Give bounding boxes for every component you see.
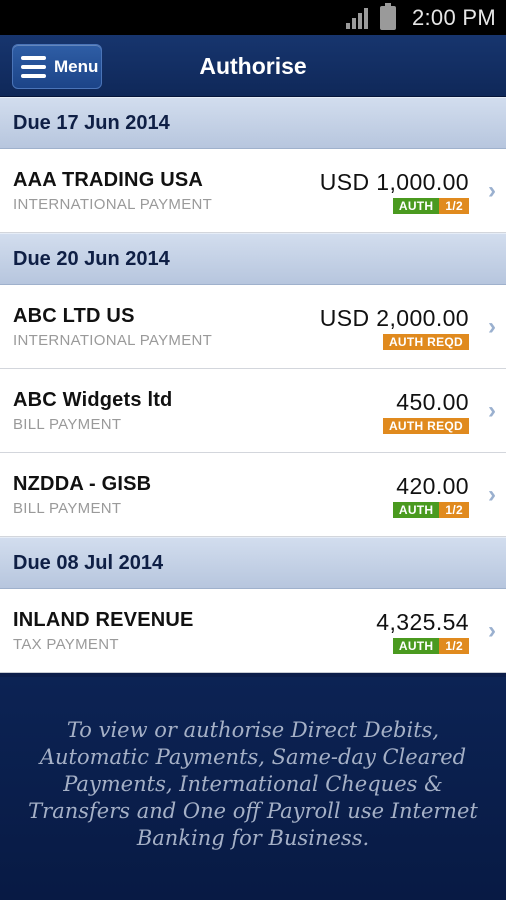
auth-status-badge: AUTH 1/2 bbox=[392, 198, 469, 214]
chevron-right-icon: › bbox=[488, 177, 496, 204]
battery-icon bbox=[379, 2, 396, 30]
payment-amount: 420.00 bbox=[396, 473, 469, 499]
footer-info: To view or authorise Direct Debits, Auto… bbox=[0, 677, 506, 900]
badge-auth-count: 1/2 bbox=[439, 638, 469, 654]
payee-name: ABC Widgets ltd bbox=[13, 389, 173, 411]
payment-amount: USD 2,000.00 bbox=[319, 305, 469, 331]
section-header-due-date: Due 20 Jun 2014 bbox=[0, 233, 506, 285]
menu-label: Menu bbox=[54, 56, 99, 76]
app-header: Menu Authorise bbox=[0, 35, 506, 97]
payment-type: BILL PAYMENT bbox=[13, 416, 122, 433]
payment-type: BILL PAYMENT bbox=[13, 500, 122, 517]
payee-name: AAA TRADING USA bbox=[13, 169, 204, 191]
payment-row[interactable]: INLAND REVENUE TAX PAYMENT 4,325.54 AUTH… bbox=[0, 589, 506, 673]
auth-status-badge: AUTH REQD bbox=[382, 418, 469, 434]
auth-status-badge: AUTH REQD bbox=[382, 334, 469, 350]
auth-status-badge: AUTH 1/2 bbox=[392, 638, 469, 654]
payment-type: INTERNATIONAL PAYMENT bbox=[13, 196, 213, 213]
signal-icon bbox=[345, 7, 368, 29]
payment-row[interactable]: ABC LTD US INTERNATIONAL PAYMENT USD 2,0… bbox=[0, 285, 506, 369]
section-header-due-date: Due 17 Jun 2014 bbox=[0, 97, 506, 149]
payment-amount: USD 1,000.00 bbox=[319, 169, 469, 195]
badge-auth-count: 1/2 bbox=[439, 502, 469, 518]
badge-auth: AUTH bbox=[392, 198, 440, 214]
chevron-right-icon: › bbox=[488, 617, 496, 644]
badge-auth-reqd: AUTH REQD bbox=[382, 334, 469, 350]
menu-button[interactable]: Menu bbox=[12, 44, 102, 89]
badge-auth-reqd: AUTH REQD bbox=[382, 418, 469, 434]
section-header-due-date: Due 08 Jul 2014 bbox=[0, 537, 506, 589]
payment-row[interactable]: AAA TRADING USA INTERNATIONAL PAYMENT US… bbox=[0, 149, 506, 233]
chevron-right-icon: › bbox=[488, 481, 496, 508]
chevron-right-icon: › bbox=[488, 397, 496, 424]
payee-name: ABC LTD US bbox=[13, 305, 135, 327]
auth-status-badge: AUTH 1/2 bbox=[392, 502, 469, 518]
payment-amount: 450.00 bbox=[396, 389, 469, 415]
payment-amount: 4,325.54 bbox=[376, 609, 469, 635]
payment-row[interactable]: NZDDA - GISB BILL PAYMENT 420.00 AUTH 1/… bbox=[0, 453, 506, 537]
payee-name: INLAND REVENUE bbox=[13, 609, 194, 631]
chevron-right-icon: › bbox=[488, 313, 496, 340]
payment-type: INTERNATIONAL PAYMENT bbox=[13, 332, 213, 349]
footer-message: To view or authorise Direct Debits, Auto… bbox=[28, 718, 478, 850]
payee-name: NZDDA - GISB bbox=[13, 473, 152, 495]
badge-auth-count: 1/2 bbox=[439, 198, 469, 214]
status-bar: 2:00 PM bbox=[0, 0, 506, 35]
payment-type: TAX PAYMENT bbox=[13, 636, 119, 653]
hamburger-icon bbox=[21, 55, 46, 78]
authorise-list: Due 17 Jun 2014 AAA TRADING USA INTERNAT… bbox=[0, 97, 506, 673]
payment-row[interactable]: ABC Widgets ltd BILL PAYMENT 450.00 AUTH… bbox=[0, 369, 506, 453]
status-time: 2:00 PM bbox=[411, 4, 496, 30]
badge-auth: AUTH bbox=[392, 638, 440, 654]
badge-auth: AUTH bbox=[392, 502, 440, 518]
